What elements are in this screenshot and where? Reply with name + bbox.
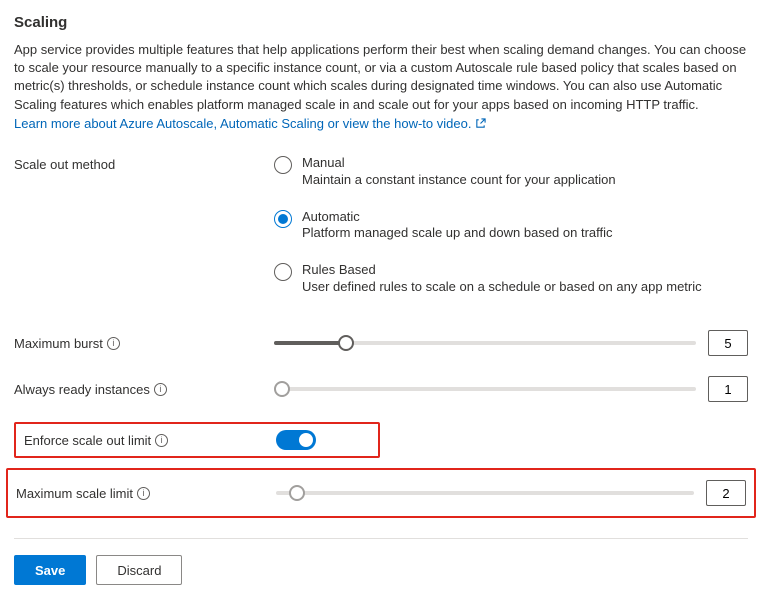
discard-button[interactable]: Discard	[96, 555, 182, 585]
radio-rules-based[interactable]	[274, 263, 292, 281]
always-ready-label: Always ready instances	[14, 382, 150, 397]
radio-manual[interactable]	[274, 156, 292, 174]
page-title: Scaling	[14, 14, 748, 31]
radio-rules-title: Rules Based	[302, 262, 702, 279]
info-icon[interactable]: i	[154, 383, 167, 396]
page-description: App service provides multiple features t…	[14, 41, 748, 114]
always-ready-input[interactable]	[708, 376, 748, 402]
radio-automatic-desc: Platform managed scale up and down based…	[302, 225, 613, 242]
radio-manual-desc: Maintain a constant instance count for y…	[302, 172, 616, 189]
learn-more-link[interactable]: Learn more about Azure Autoscale, Automa…	[14, 116, 486, 131]
enforce-limit-toggle[interactable]	[276, 430, 316, 450]
radio-rules-desc: User defined rules to scale on a schedul…	[302, 279, 702, 296]
scale-method-label: Scale out method	[14, 155, 274, 172]
learn-more-text: Learn more about Azure Autoscale, Automa…	[14, 116, 471, 131]
info-icon[interactable]: i	[107, 337, 120, 350]
info-icon[interactable]: i	[137, 487, 150, 500]
max-burst-input[interactable]	[708, 330, 748, 356]
external-link-icon	[475, 118, 486, 129]
max-scale-input[interactable]	[706, 480, 746, 506]
save-button[interactable]: Save	[14, 555, 86, 585]
enforce-limit-label: Enforce scale out limit	[24, 433, 151, 448]
divider	[14, 538, 748, 539]
max-burst-slider[interactable]	[274, 333, 696, 353]
radio-automatic[interactable]	[274, 210, 292, 228]
radio-automatic-title: Automatic	[302, 209, 613, 226]
max-scale-slider[interactable]	[276, 483, 694, 503]
max-scale-label: Maximum scale limit	[16, 486, 133, 501]
always-ready-slider[interactable]	[274, 379, 696, 399]
max-burst-label: Maximum burst	[14, 336, 103, 351]
info-icon[interactable]: i	[155, 434, 168, 447]
radio-manual-title: Manual	[302, 155, 616, 172]
